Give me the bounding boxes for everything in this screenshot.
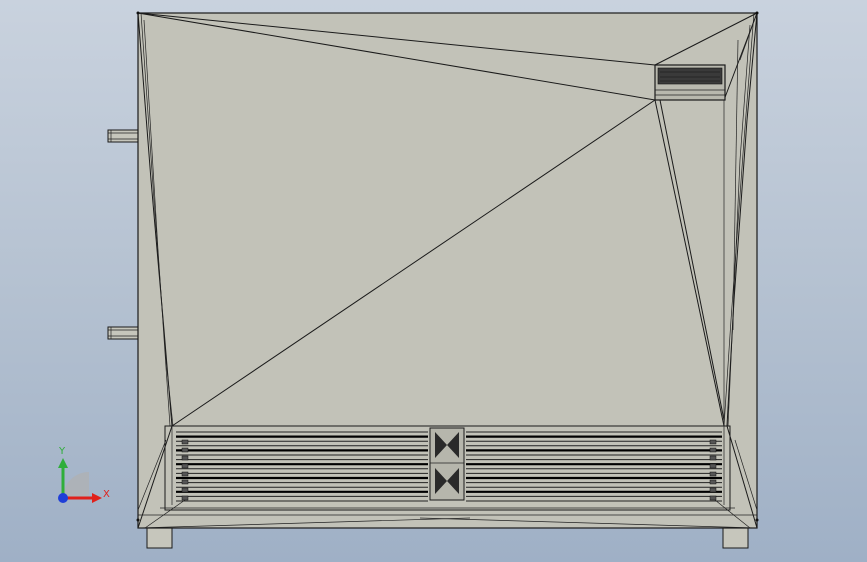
vent-slat-cap (181, 479, 189, 485)
vent-slat-cap (709, 455, 717, 461)
vent-slat-cap (181, 447, 189, 453)
x-axis-arrow-head (92, 493, 102, 503)
vent-slat-cap (181, 495, 189, 501)
vent-slat-cap (709, 471, 717, 477)
top-right-module (654, 64, 726, 101)
vent-slat-cap (709, 479, 717, 485)
y-axis-arrow-head (58, 458, 68, 468)
upper-side-pin (107, 129, 139, 143)
lower-side-pin (107, 326, 139, 340)
center-connector-block (429, 427, 465, 501)
vent-slat-cap (181, 471, 189, 477)
cad-model-drawing[interactable]: Y X (0, 0, 867, 562)
x-axis-label: X (103, 489, 110, 500)
cad-viewport[interactable]: Y X (0, 0, 867, 562)
vent-slat-cap (181, 455, 189, 461)
vent-slat-cap (709, 463, 717, 469)
vent-slat-cap (181, 463, 189, 469)
right-leg (722, 527, 749, 549)
vent-slat-cap (709, 439, 717, 445)
axis-triad[interactable]: Y X (58, 446, 110, 503)
y-axis-label: Y (58, 446, 66, 457)
left-leg (146, 527, 173, 549)
vent-slat-cap (709, 487, 717, 493)
vent-slat-cap (181, 487, 189, 493)
vent-slat-cap (709, 495, 717, 501)
z-axis-marker (58, 493, 68, 503)
vent-slat-cap (181, 439, 189, 445)
vent-slat-cap (709, 447, 717, 453)
